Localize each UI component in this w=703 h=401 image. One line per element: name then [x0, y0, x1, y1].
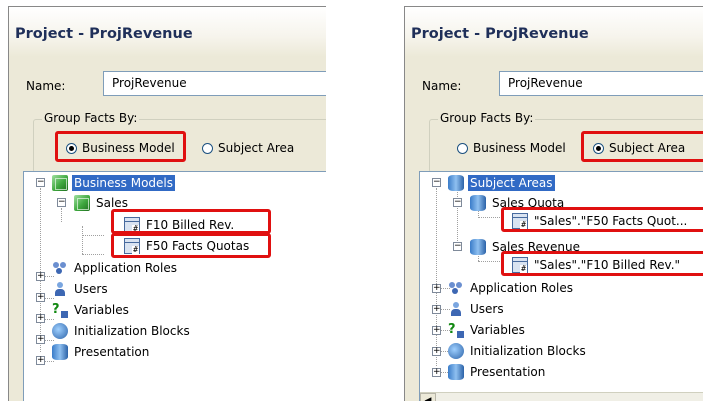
init-block-icon — [52, 322, 68, 339]
user-icon — [448, 301, 464, 317]
radio-business-model-label: Business Model — [473, 141, 566, 155]
cylinder-icon — [470, 194, 486, 211]
tree-item-users[interactable]: Users — [448, 299, 506, 318]
highlight-box — [501, 251, 703, 276]
collapse-icon[interactable]: − — [453, 242, 462, 251]
tree-item-label: Application Roles — [470, 280, 573, 295]
expand-icon[interactable]: + — [432, 347, 441, 356]
expand-icon[interactable]: + — [432, 326, 441, 335]
name-label: Name: — [422, 79, 462, 93]
expand-icon[interactable]: + — [432, 284, 441, 293]
tree-item-label: Initialization Blocks — [470, 343, 586, 358]
highlight-box — [111, 233, 271, 258]
tree-item-users[interactable]: Users — [52, 279, 110, 298]
name-label: Name: — [26, 79, 66, 93]
radio-subject-area-label: Subject Area — [218, 141, 295, 155]
tree-item-subject-areas[interactable]: Subject Areas — [448, 173, 555, 192]
highlight-box — [501, 207, 703, 232]
cylinder-icon — [448, 363, 464, 380]
expand-icon[interactable]: + — [36, 293, 45, 302]
tree-item-application-roles[interactable]: Application Roles — [448, 278, 575, 297]
cube-icon — [74, 194, 90, 211]
user-icon — [52, 281, 68, 297]
collapse-icon[interactable]: − — [57, 198, 66, 207]
tree-item-application-roles[interactable]: Application Roles — [52, 258, 179, 277]
cylinder-icon — [52, 343, 68, 360]
tree-item-label: Variables — [470, 322, 525, 337]
project-dialog-left: Project - ProjRevenue Name: ProjRevenue … — [8, 6, 326, 401]
collapse-icon[interactable]: − — [453, 198, 462, 207]
highlight-box — [111, 209, 271, 234]
radio-unchecked-icon — [457, 142, 468, 154]
tree-item-label: Initialization Blocks — [74, 323, 190, 338]
variable-icon: ? — [448, 322, 464, 338]
people-icon — [52, 260, 68, 276]
project-dialog-right: Project - ProjRevenue Name: ProjRevenue … — [404, 6, 703, 401]
expand-icon[interactable]: + — [432, 305, 441, 314]
collapse-icon[interactable]: − — [36, 178, 45, 187]
window-title: Project - ProjRevenue — [15, 26, 193, 42]
title-bar: Project - ProjRevenue — [9, 7, 326, 57]
tree-item-label: Presentation — [74, 344, 150, 359]
tree-item-label: Presentation — [470, 364, 546, 379]
people-icon — [448, 280, 464, 296]
cylinder-icon — [448, 174, 464, 191]
group-facts-by-label: Group Facts By: — [42, 111, 140, 125]
tree-item-label: Business Models — [72, 174, 176, 191]
collapse-icon[interactable]: − — [432, 178, 441, 187]
project-tree[interactable]: − Subject Areas − Sales Quota "Sales"."F… — [419, 171, 703, 401]
expand-icon[interactable]: + — [36, 335, 45, 344]
project-tree[interactable]: − Business Models − Sales F10 Billed Rev… — [23, 171, 326, 401]
title-bar: Project - ProjRevenue — [405, 7, 703, 57]
radio-unchecked-icon — [202, 142, 213, 154]
tree-item-presentation[interactable]: Presentation — [448, 362, 547, 381]
variable-icon: ? — [52, 302, 68, 318]
cube-icon — [52, 174, 68, 191]
expand-icon[interactable]: + — [36, 272, 45, 281]
tree-item-label: Variables — [74, 302, 129, 317]
name-input[interactable]: ProjRevenue — [103, 71, 326, 96]
radio-subject-area[interactable]: Subject Area — [202, 140, 294, 156]
name-input[interactable]: ProjRevenue — [499, 71, 703, 96]
radio-business-model[interactable]: Business Model — [457, 140, 566, 156]
highlight-box — [55, 131, 186, 162]
tree-item-initialization-blocks[interactable]: Initialization Blocks — [52, 321, 192, 340]
tree-item-variables[interactable]: ? Variables — [448, 320, 527, 339]
tree-item-label: Subject Areas — [468, 174, 555, 191]
expand-icon[interactable]: + — [36, 356, 45, 365]
tree-item-label: Users — [74, 281, 108, 296]
tree-item-variables[interactable]: ? Variables — [52, 300, 131, 319]
cylinder-icon — [470, 238, 486, 255]
window-title: Project - ProjRevenue — [411, 26, 589, 42]
tree-item-initialization-blocks[interactable]: Initialization Blocks — [448, 341, 588, 360]
tree-item-label: Application Roles — [74, 260, 177, 275]
group-facts-by-label: Group Facts By: — [438, 111, 536, 125]
expand-icon[interactable]: + — [36, 314, 45, 323]
init-block-icon — [448, 342, 464, 359]
highlight-box — [581, 131, 703, 162]
expand-icon[interactable]: + — [432, 368, 441, 377]
tree-item-presentation[interactable]: Presentation — [52, 342, 151, 361]
tree-item-business-models[interactable]: Business Models — [52, 173, 176, 192]
tree-item-label: Users — [470, 301, 504, 316]
